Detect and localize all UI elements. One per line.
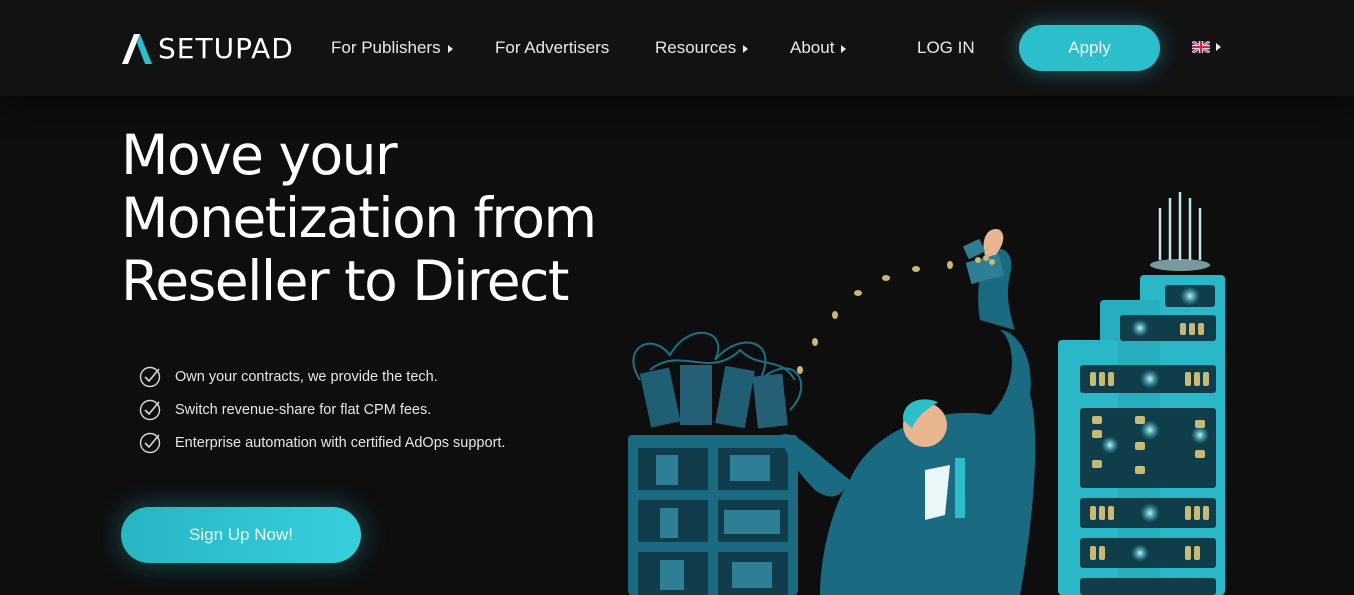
sign-up-button[interactable]: Sign Up Now! [121,507,361,563]
site-header: SETUPAD For Publishers For Advertisers R… [0,0,1354,96]
setupad-logo[interactable]: SETUPAD [120,32,294,65]
hero-title-line: Move your [121,123,398,187]
caret-right-icon [743,44,749,53]
feature-text: Enterprise automation with certified AdO… [175,434,506,451]
apply-button[interactable]: Apply [1019,25,1160,71]
server-tower-right [1058,192,1225,595]
person-figure [780,229,1036,595]
feature-text: Own your contracts, we provide the tech. [175,368,438,385]
caret-right-icon [841,44,847,53]
feature-item: Own your contracts, we provide the tech. [139,360,505,393]
nav-label: Resources [655,38,737,57]
logo-text: SETUPAD [158,32,294,65]
hero-title-line: Reseller to Direct [121,249,569,313]
caret-right-icon [1216,43,1221,51]
nav-resources[interactable]: Resources [655,37,749,59]
feature-list: Own your contracts, we provide the tech.… [139,360,505,459]
uk-flag-icon [1192,41,1210,53]
hero-illustration [628,192,1225,595]
flying-coins [797,261,953,374]
nav-for-publishers[interactable]: For Publishers [331,37,453,59]
caret-right-icon [447,44,453,53]
login-label: LOG IN [917,38,975,57]
nav-label: For Publishers [331,38,441,57]
check-circle-icon [139,366,161,387]
nav-label: For Advertisers [495,38,610,57]
feature-text: Switch revenue-share for flat CPM fees. [175,401,432,418]
feature-item: Switch revenue-share for flat CPM fees. [139,393,505,426]
login-link[interactable]: LOG IN [917,37,975,59]
nav-about[interactable]: About [790,37,847,59]
check-circle-icon [139,399,161,420]
logo-mark-icon [122,33,152,64]
feature-item: Enterprise automation with certified AdO… [139,426,505,459]
hero-title-line: Monetization from [121,186,597,250]
hero-title: Move your Monetization from Reseller to … [121,124,641,313]
server-rack-left [628,331,803,595]
check-circle-icon [139,432,161,453]
nav-label: About [790,38,835,57]
language-selector[interactable] [1192,41,1221,53]
nav-for-advertisers[interactable]: For Advertisers [495,37,609,59]
